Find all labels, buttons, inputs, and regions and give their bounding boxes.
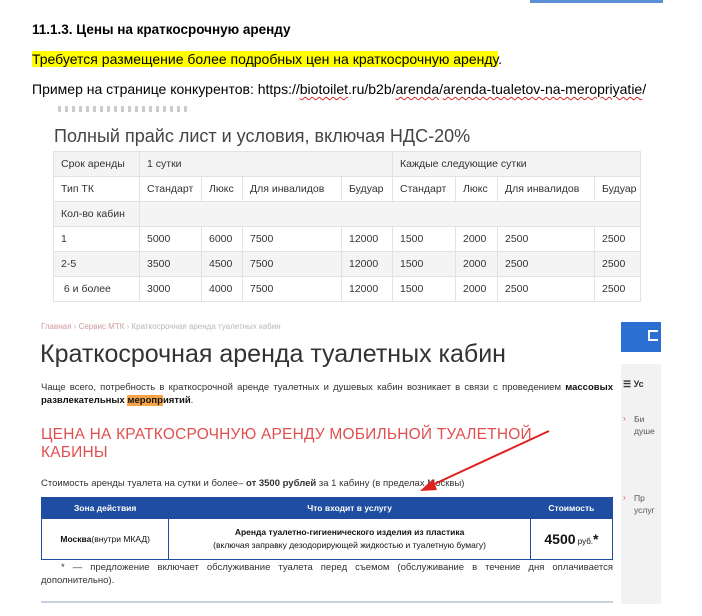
table-header-row: Зона действия Что входит в услугу Стоимо…	[40, 497, 614, 519]
sidebar-item-1[interactable]: Би душе	[634, 413, 655, 437]
rental-price-table: Зона действия Что входит в услугу Стоимо…	[40, 497, 614, 560]
breadcrumb-current: Краткосрочная аренда туалетных кабин	[131, 322, 281, 331]
breadcrumb-service-link[interactable]: Сервис МТК	[79, 322, 125, 331]
one-day-header: 1 сутки	[139, 151, 393, 177]
section-divider	[41, 601, 613, 603]
chevron-right-icon: ›	[623, 414, 626, 423]
page-title: Краткосрочная аренда туалетных кабин	[40, 340, 506, 368]
sidebar-item-2[interactable]: Пр услуг	[634, 492, 655, 516]
service-cell: Аренда туалетно-гигиенического изделия и…	[168, 518, 531, 560]
next-days-header: Каждые следующие сутки	[392, 151, 641, 177]
breadcrumb: Главная › Сервис МТК › Краткосрочная аре…	[41, 322, 281, 331]
section-heading: 11.1.3. Цены на краткосрочную аренду	[32, 22, 291, 37]
example-line: Пример на странице конкурентов: https://…	[32, 81, 646, 97]
document-top-accent	[530, 0, 663, 3]
footnote: * — предложение включает обслуживание ту…	[41, 562, 613, 586]
competitor-link[interactable]: https://biotoilet.ru/b2b/arenda/arenda-t…	[258, 81, 646, 97]
zone-cell: Москва(внутри МКАД)	[40, 518, 170, 560]
cost-line: Стоимость аренды туалета на сутки и боле…	[41, 478, 465, 489]
chevron-right-icon: ›	[623, 493, 626, 502]
cropped-text-fragment	[58, 106, 188, 112]
table-row: Москва(внутри МКАД) Аренда туалетно-гиги…	[40, 518, 614, 560]
breadcrumb-home-link[interactable]: Главная	[41, 322, 71, 331]
price-cell: 4500 руб.*	[529, 518, 614, 560]
price-section-heading: ЦЕНА НА КРАТКОСРОЧНУЮ АРЕНДУ МОБИЛЬНОЙ Т…	[41, 426, 532, 461]
sidebar-heading: ☰ Ус	[623, 379, 644, 389]
price-list-title: Полный прайс лист и условия, включая НДС…	[54, 126, 471, 146]
requirement-text: Требуется размещение более подробных цен…	[32, 51, 499, 67]
table-row: Кол-во кабин	[53, 201, 641, 227]
period-label: Срок аренды	[53, 151, 140, 177]
table-row: 2-5 3500 4500 7500 12000 1500 2000 2500 2500	[53, 251, 641, 277]
intro-paragraph: Чаще всего, потребность в краткосрочной …	[41, 382, 613, 406]
table-row: 6 и более 3000 4000 7500 12000 1500 2000 2500 25…	[53, 276, 641, 302]
table-row: 1 5000 6000 7500 12000 1500 2000 2500 2500	[53, 226, 641, 252]
table-row: Тип ТК Стандарт Люкс Для инвалидов Будуа…	[53, 176, 641, 202]
sidebar-panel	[621, 364, 661, 604]
example-prefix: Пример на странице конкурентов:	[32, 81, 258, 97]
table-row: Срок аренды 1 сутки Каждые следующие сут…	[53, 151, 641, 177]
price-list-table: Срок аренды 1 сутки Каждые следующие сут…	[53, 151, 641, 302]
edit-icon	[648, 330, 658, 341]
highlighted-fragment: меропр	[127, 395, 163, 406]
requirement-line: Требуется размещение более подробных цен…	[32, 51, 503, 67]
